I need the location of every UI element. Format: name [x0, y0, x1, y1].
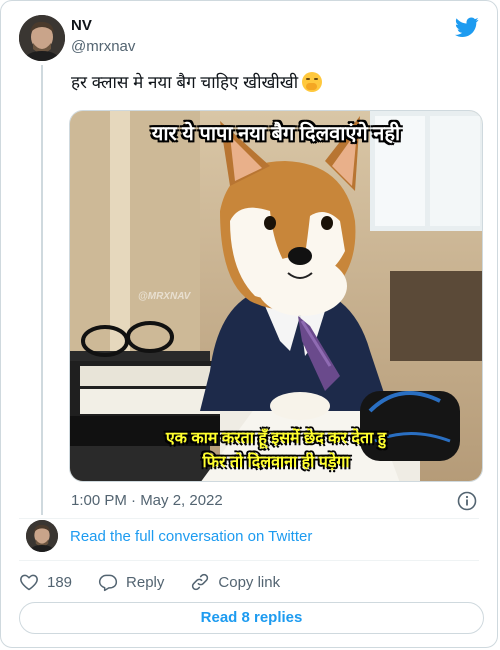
- author-name[interactable]: NV: [71, 17, 92, 34]
- copy-link-label: Copy link: [218, 573, 281, 591]
- thread-line: [41, 65, 43, 515]
- like-count: 189: [47, 573, 73, 591]
- tweet-card: NV @mrxnav हर क्लास मे नया बैग चाहिए खीख…: [0, 0, 498, 648]
- info-icon[interactable]: [457, 491, 477, 511]
- tweet-media-image[interactable]: यार ये पापा नया बैग दिलवाएंगे नही @MRXNA…: [69, 110, 483, 482]
- read-replies-button[interactable]: Read 8 replies: [19, 602, 484, 634]
- meme-bottom-caption-line2: फिर तो दिलवाना ही पड़ेगा: [202, 454, 350, 471]
- author-handle[interactable]: @mrxnav: [71, 38, 135, 55]
- meme-watermark: @MRXNAV: [138, 291, 191, 302]
- tweet-text: हर क्लास मे नया बैग चाहिए खीखीखी: [71, 71, 323, 95]
- heart-icon: [20, 574, 38, 591]
- divider: [19, 560, 479, 561]
- copy-link-button[interactable]: Copy link: [190, 572, 280, 592]
- divider: [19, 518, 479, 519]
- conversation-avatar[interactable]: [26, 520, 58, 552]
- tweet-text-content: हर क्लास मे नया बैग चाहिए खीखीखी: [71, 73, 299, 92]
- author-avatar[interactable]: [19, 15, 65, 61]
- reply-button[interactable]: Reply: [98, 572, 164, 592]
- reply-label: Reply: [126, 573, 165, 591]
- meme-bottom-caption-line1: एक काम करता हूँ इसमें छेद कर देता हु: [165, 430, 387, 447]
- link-icon: [192, 573, 209, 591]
- tweet-timestamp[interactable]: 1:00 PM · May 2, 2022: [71, 492, 223, 509]
- reply-bubble-icon: [98, 574, 118, 592]
- tweet-actions: 189 Reply Copy link: [19, 569, 306, 595]
- read-full-conversation-link[interactable]: Read the full conversation on Twitter: [70, 528, 312, 545]
- like-button[interactable]: 189: [19, 572, 72, 592]
- face-with-hand-over-mouth-emoji-icon: [302, 72, 323, 92]
- meme-top-caption: यार ये पापा नया बैग दिलवाएंगे नही: [151, 123, 401, 145]
- twitter-bird-icon[interactable]: [455, 15, 479, 39]
- meme-bottom-caption: एक काम करता हूँ इसमें छेद कर देता हु फिर…: [70, 427, 482, 475]
